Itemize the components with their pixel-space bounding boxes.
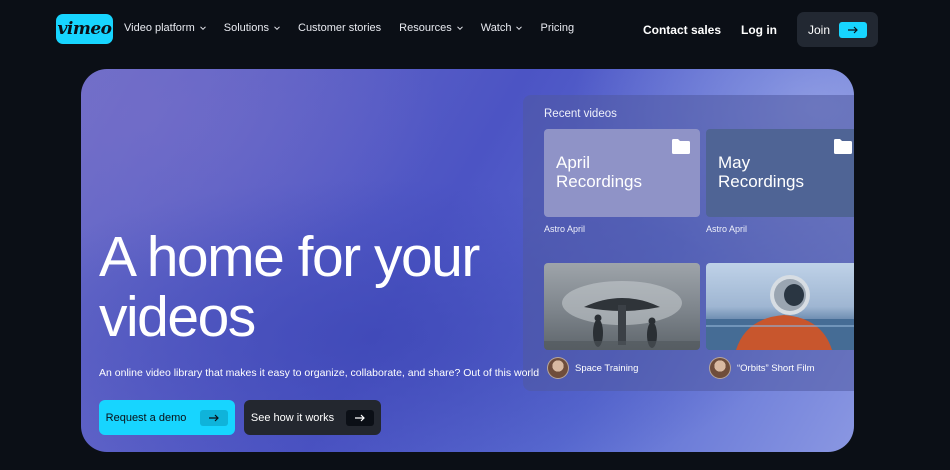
nav-item-label: Resources [399, 22, 452, 34]
nav-item-label: Customer stories [298, 22, 382, 34]
folder-name: April Recordings [556, 153, 642, 191]
nav-item-video-platform[interactable]: Video platform [124, 22, 206, 34]
nav-item-label: Watch [480, 22, 512, 34]
hero-card: Recent videos April Recordings Astro Apr… [81, 69, 854, 452]
nav-item-label: Solutions [223, 22, 269, 34]
nav-item-solutions[interactable]: Solutions [224, 22, 280, 34]
video-meta-orbits: “Orbits” Short Film [709, 357, 815, 379]
recent-videos-title: Recent videos [544, 108, 617, 120]
nav-item-label: Video platform [124, 22, 195, 34]
nav-item-customer-stories[interactable]: Customer stories [298, 22, 381, 34]
hero-headline: A home for your videos [99, 225, 480, 349]
folder-owner: Astro April [706, 224, 748, 234]
folder-name: May Recordings [718, 153, 804, 191]
request-demo-button[interactable]: Request a demo [99, 400, 235, 435]
nav-menu: Video platform Solutions Customer storie… [124, 22, 592, 34]
astronaut-scene-image [706, 275, 854, 350]
join-button-label: Join [807, 22, 830, 37]
nav-actions: Contact sales Log in Join [643, 12, 878, 47]
chevron-down-icon [274, 25, 280, 31]
nav-item-pricing[interactable]: Pricing [540, 22, 574, 34]
logo-text: vimeo [57, 19, 112, 39]
chevron-down-icon [456, 25, 463, 31]
log-in-link[interactable]: Log in [741, 23, 777, 37]
folder-icon [834, 139, 852, 154]
folder-card-may[interactable]: May Recordings [706, 129, 854, 217]
video-title[interactable]: Space Training [575, 363, 638, 374]
see-how-it-works-label: See how it works [250, 411, 335, 424]
top-nav: vimeo Video platform Solutions Customer … [0, 0, 950, 60]
recent-videos-panel: Recent videos April Recordings Astro Apr… [523, 95, 854, 391]
chevron-down-icon [516, 25, 523, 31]
join-button[interactable]: Join [797, 12, 878, 47]
arrow-right-icon [346, 409, 375, 426]
arrow-right-icon [839, 21, 867, 38]
see-how-it-works-button[interactable]: See how it works [244, 400, 381, 435]
folder-icon [672, 139, 690, 154]
hero-subtitle: An online video library that makes it ea… [99, 367, 540, 379]
nav-item-resources[interactable]: Resources [399, 22, 463, 34]
arrow-right-icon [200, 409, 229, 426]
chevron-down-icon [199, 25, 206, 31]
request-demo-label: Request a demo [105, 411, 187, 424]
vimeo-logo[interactable]: vimeo [56, 14, 113, 44]
contact-sales-link[interactable]: Contact sales [643, 23, 721, 37]
avatar [709, 357, 731, 379]
folder-card-april[interactable]: April Recordings [544, 129, 700, 217]
nav-item-watch[interactable]: Watch [481, 22, 523, 34]
video-title[interactable]: “Orbits” Short Film [737, 363, 815, 374]
video-thumbnail-orbits[interactable] [706, 263, 854, 350]
nav-item-label: Pricing [540, 22, 575, 34]
